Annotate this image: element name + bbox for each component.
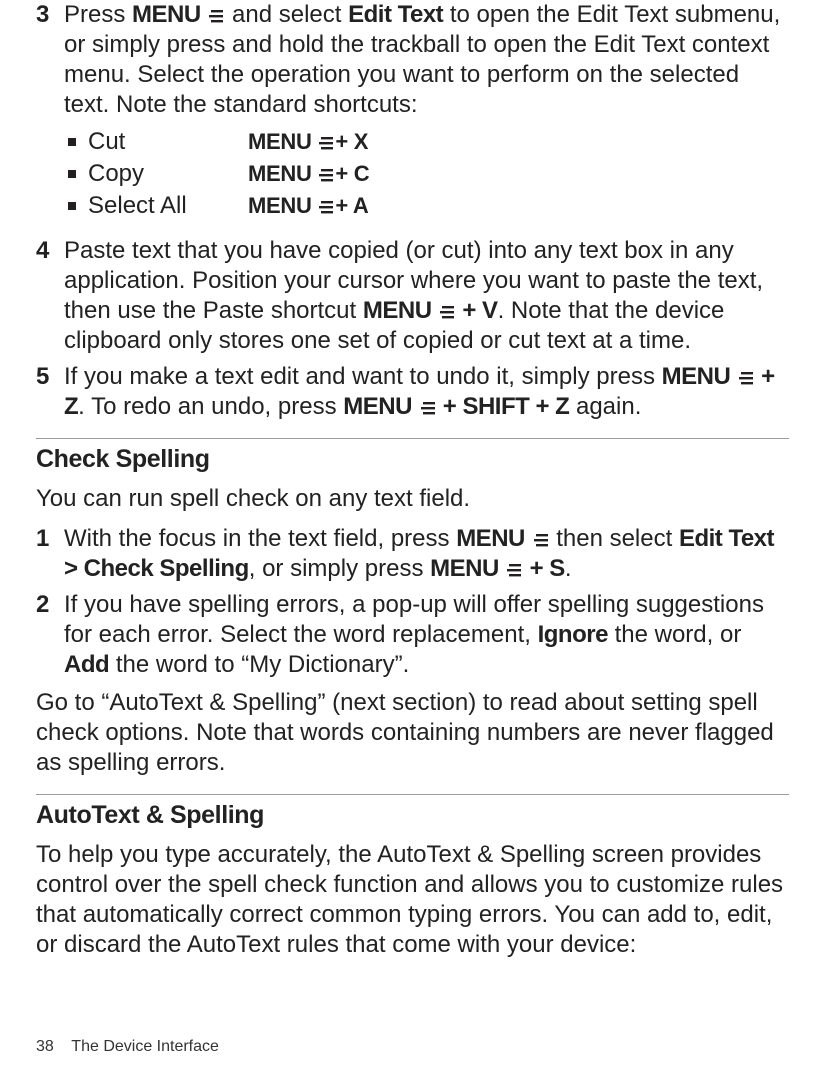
- bold-text: Ignore: [538, 621, 608, 648]
- step-body: If you have spelling errors, a pop-up wi…: [64, 590, 789, 680]
- menu-icon: [317, 135, 335, 151]
- square-bullet-icon: [68, 138, 76, 146]
- bold-text: MENU: [456, 525, 525, 552]
- menu-icon: [317, 167, 335, 183]
- menu-icon: [532, 532, 550, 548]
- bold-text: MENU: [363, 297, 432, 324]
- footer-title: The Device Interface: [71, 1038, 219, 1055]
- square-bullet-icon: [68, 170, 76, 178]
- bold-text: MENU: [430, 555, 499, 582]
- list-item: 5If you make a text edit and want to und…: [36, 362, 789, 422]
- menu-icon: [438, 304, 456, 320]
- manual-page: 3Press MENU and select Edit Text to open…: [0, 0, 825, 1084]
- shortcut-list: CutMENU + XCopyMENU + CSelect AllMENU + …: [64, 126, 789, 222]
- menu-icon: [207, 8, 225, 24]
- menu-icon: [737, 370, 755, 386]
- shortcut-label: Cut: [88, 126, 248, 158]
- step-body: Press MENU and select Edit Text to open …: [64, 0, 789, 230]
- shortcut-item: CutMENU + X: [64, 126, 789, 158]
- menu-icon: [505, 562, 523, 578]
- step-number: 1: [36, 524, 64, 584]
- section-intro: You can run spell check on any text fiel…: [36, 484, 789, 514]
- step-body: Paste text that you have copied (or cut)…: [64, 236, 789, 356]
- shortcut-label: Copy: [88, 158, 248, 190]
- square-bullet-icon: [68, 202, 76, 210]
- bold-text: MENU: [132, 1, 201, 28]
- shortcut-combo: MENU + C: [248, 158, 369, 190]
- step-number: 3: [36, 0, 64, 230]
- list-item: 1With the focus in the text field, press…: [36, 524, 789, 584]
- menu-icon: [317, 199, 335, 215]
- list-item: 2If you have spelling errors, a pop-up w…: [36, 590, 789, 680]
- step-body: With the focus in the text field, press …: [64, 524, 789, 584]
- page-number: 38: [36, 1038, 54, 1055]
- bold-text: + V: [456, 297, 497, 324]
- bold-text: Edit Text > Check Spelling: [64, 525, 774, 582]
- step-number: 5: [36, 362, 64, 422]
- step-number: 2: [36, 590, 64, 680]
- section-heading-autotext: AutoText & Spelling: [36, 801, 789, 830]
- bold-text: + S: [523, 555, 564, 582]
- menu-icon: [419, 400, 437, 416]
- shortcut-combo: MENU + X: [248, 126, 368, 158]
- step-number: 4: [36, 236, 64, 356]
- step-body: If you make a text edit and want to undo…: [64, 362, 789, 422]
- bold-text: MENU: [662, 363, 731, 390]
- bold-text: + SHIFT: [437, 393, 530, 420]
- section-heading-check-spelling: Check Spelling: [36, 445, 789, 474]
- bold-text: + Z: [529, 393, 569, 420]
- section-divider: [36, 794, 789, 795]
- page-footer: 38 The Device Interface: [36, 1038, 219, 1056]
- shortcut-combo: MENU + A: [248, 190, 369, 222]
- section-intro: To help you type accurately, the AutoTex…: [36, 840, 789, 960]
- list-item: 3Press MENU and select Edit Text to open…: [36, 0, 789, 230]
- shortcut-label: Select All: [88, 190, 248, 222]
- section-outro: Go to “AutoText & Spelling” (next sectio…: [36, 688, 789, 778]
- shortcut-item: Select AllMENU + A: [64, 190, 789, 222]
- shortcut-item: CopyMENU + C: [64, 158, 789, 190]
- list-item: 4Paste text that you have copied (or cut…: [36, 236, 789, 356]
- section-divider: [36, 438, 789, 439]
- bold-text: Edit Text: [348, 1, 443, 28]
- steps-list-b: 1With the focus in the text field, press…: [36, 524, 789, 680]
- bold-text: MENU: [343, 393, 412, 420]
- bold-text: Add: [64, 651, 109, 678]
- steps-list-a: 3Press MENU and select Edit Text to open…: [36, 0, 789, 422]
